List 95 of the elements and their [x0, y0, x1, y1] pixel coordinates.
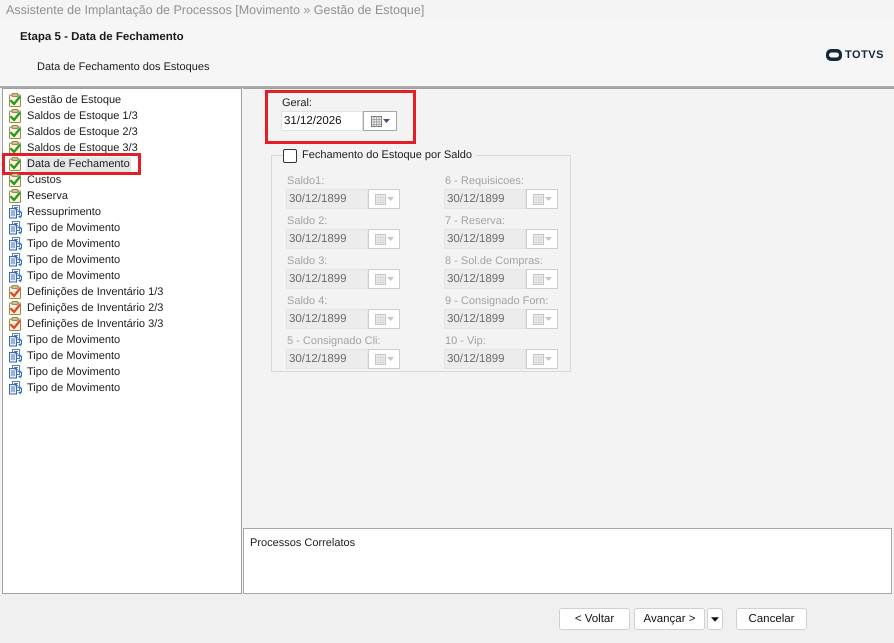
caret-icon [544, 317, 552, 321]
wizard-button[interactable]: Avançar > [634, 608, 705, 630]
field-label: 7 - Reserva: [445, 215, 506, 228]
caret-icon [386, 197, 394, 201]
clipboard-check-icon [8, 189, 22, 203]
tree-item[interactable]: Tipo de Movimento [26, 364, 122, 380]
logo-icon [826, 49, 842, 61]
calendar-button[interactable] [526, 349, 558, 369]
caret-icon [544, 197, 552, 201]
window-title: Assistente de Implantação de Processos [Movimento » Gestão de Estoque] [5, 2, 426, 19]
documents-arrows-icon [8, 381, 22, 395]
caret-icon [544, 237, 552, 241]
calendar-icon [374, 194, 386, 204]
tree-item[interactable]: Saldos de Estoque 2/3 [26, 124, 139, 140]
field-label: Geral: [282, 97, 313, 110]
calendar-icon [532, 194, 544, 204]
calendar-icon [374, 234, 386, 244]
wizard-button[interactable]: < Voltar [559, 608, 630, 630]
clipboard-check-icon [8, 301, 22, 315]
clipboard-check-icon [8, 93, 22, 107]
step-title: Etapa 5 - Data de Fechamento [20, 30, 185, 45]
caret-icon [386, 357, 394, 361]
calendar-icon [532, 274, 544, 284]
caret-icon [544, 277, 552, 281]
field-label: Saldo 4: [287, 295, 328, 308]
date-field[interactable]: 31/12/2026 [281, 111, 363, 131]
documents-arrows-icon [8, 253, 22, 267]
logo-text: TOTVS [845, 49, 884, 61]
wizard-button[interactable]: Cancelar [736, 608, 807, 630]
tree-item[interactable]: Tipo de Movimento [26, 268, 122, 284]
calendar-icon [370, 116, 382, 126]
field-label: 9 - Consignado Forn: [445, 295, 550, 308]
tree-item[interactable]: Reserva [26, 188, 69, 204]
caret-icon [382, 119, 390, 123]
documents-arrows-icon [8, 221, 22, 235]
caret-icon [711, 616, 719, 622]
field-label: 8 - Sol.de Compras: [445, 255, 544, 268]
tree-item[interactable]: Tipo de Movimento [26, 220, 122, 236]
calendar-button[interactable] [368, 229, 400, 249]
calendar-icon [374, 314, 386, 324]
menu-button[interactable] [707, 608, 723, 630]
documents-arrows-icon [8, 237, 22, 251]
calendar-icon [532, 354, 544, 364]
checkbox[interactable] [283, 148, 297, 162]
clipboard-check-icon [8, 125, 22, 139]
calendar-icon [532, 234, 544, 244]
tree-item[interactable]: Tipo de Movimento [26, 252, 122, 268]
caret-icon [386, 277, 394, 281]
calendar-button[interactable] [526, 269, 558, 289]
documents-arrows-icon [8, 269, 22, 283]
calendar-icon [532, 314, 544, 324]
documents-arrows-icon [8, 205, 22, 219]
clipboard-check-icon [8, 285, 22, 299]
calendar-icon [374, 274, 386, 284]
tree-item[interactable]: Tipo de Movimento [26, 236, 122, 252]
caret-icon [386, 317, 394, 321]
calendar-button[interactable] [368, 349, 400, 369]
tree-item[interactable]: Tipo de Movimento [26, 380, 122, 396]
tree-item[interactable]: Saldos de Estoque 3/3 [26, 140, 139, 156]
calendar-button[interactable] [368, 309, 400, 329]
calendar-button[interactable] [368, 269, 400, 289]
tree-item[interactable]: Ressuprimento [26, 204, 102, 220]
field-label: Saldo 2: [287, 215, 328, 228]
calendar-button[interactable] [368, 189, 400, 209]
clipboard-check-icon [8, 173, 22, 187]
clipboard-check-icon [8, 157, 22, 171]
field-label: 6 - Requisicoes: [445, 175, 525, 188]
documents-arrows-icon [8, 333, 22, 347]
tree-item[interactable]: Tipo de Movimento [26, 348, 122, 364]
documents-arrows-icon [8, 365, 22, 379]
tree-item[interactable]: Saldos de Estoque 1/3 [26, 108, 139, 124]
calendar-button[interactable] [363, 111, 397, 131]
clipboard-check-icon [8, 109, 22, 123]
field-label: 10 - Vip: [445, 335, 487, 348]
clipboard-check-icon [8, 317, 22, 331]
checkbox-label[interactable]: Fechamento do Estoque por Saldo [302, 149, 472, 162]
tree-item[interactable]: Definições de Inventário 2/3 [26, 300, 164, 316]
panel-title: Processos Correlatos [250, 537, 356, 549]
caret-icon [386, 237, 394, 241]
calendar-button[interactable] [526, 189, 558, 209]
field-label: Saldo1: [287, 175, 326, 188]
calendar-button[interactable] [526, 309, 558, 329]
calendar-button[interactable] [526, 229, 558, 249]
tree-item[interactable]: Custos [26, 172, 62, 188]
calendar-icon [374, 354, 386, 364]
tree-item[interactable]: Data de Fechamento [26, 156, 131, 172]
step-subtitle: Data de Fechamento dos Estoques [36, 60, 210, 75]
field-label: Saldo 3: [287, 255, 328, 268]
field-label: 5 - Consignado Cli: [287, 335, 382, 348]
tree-item[interactable]: Gestão de Estoque [26, 92, 122, 108]
tree-item[interactable]: Definições de Inventário 1/3 [26, 284, 164, 300]
caret-icon [544, 357, 552, 361]
tree-item[interactable]: Definições de Inventário 3/3 [26, 316, 164, 332]
documents-arrows-icon [8, 349, 22, 363]
tree-item[interactable]: Tipo de Movimento [26, 332, 122, 348]
